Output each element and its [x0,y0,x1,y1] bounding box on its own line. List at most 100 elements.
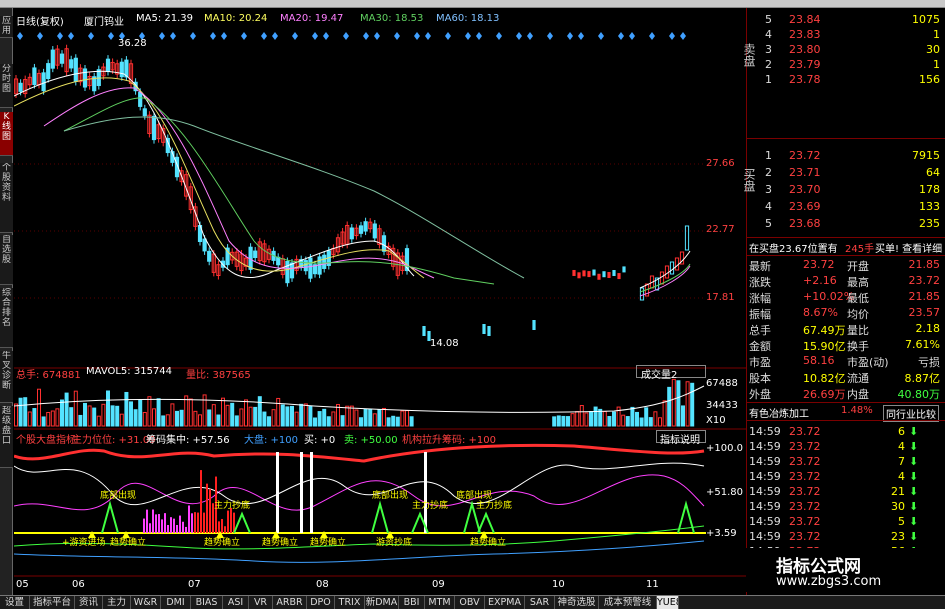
bottom-tab-12[interactable]: 新DMA [365,596,399,609]
bottom-tab-11[interactable]: TRIX [335,596,365,609]
bottom-tab-5[interactable]: DMI [161,596,191,609]
volume-bar [584,412,589,427]
volume-bar [308,405,313,427]
info-marker [394,32,400,40]
signal-bar [310,452,313,533]
view-detail-link[interactable]: 买单! 查看详细 [875,240,942,255]
volume-bar [152,408,156,427]
bottom-tab-4[interactable]: W&R [131,596,161,609]
month-11: 11 [646,579,659,590]
low-price-label: 14.08 [430,338,459,349]
bottom-tab-14[interactable]: MTM [425,596,455,609]
info-marker [170,32,176,40]
bottom-tab-1[interactable]: 指标平台 [30,596,75,609]
bottom-tab-10[interactable]: DPO [307,596,335,609]
ask-row[interactable]: 3 23.80 30 [747,42,945,58]
bid-row[interactable]: 2 23.71 64 [747,165,945,181]
ask-row[interactable]: 2 23.79 1 [747,57,945,73]
ask-row[interactable]: 1 23.78 156 [747,72,945,88]
volume-bar [142,411,147,427]
bottom-tab-9[interactable]: ARBR [273,596,307,609]
volume-indicator-dropdown[interactable]: 成交量2 [636,365,706,381]
left-tab-stock-profile[interactable]: 个股资料 [0,163,13,233]
bid-row[interactable]: 4 23.69 133 [747,199,945,215]
volume-bar [55,408,60,427]
month-05: 05 [16,579,29,590]
ask-row[interactable]: 4 23.83 1 [747,27,945,43]
candle-body [82,68,88,88]
volume-bar [262,411,267,427]
volume-bar [87,405,92,427]
volume-bar [230,402,235,427]
indicator-help-button[interactable]: 指标说明 [656,430,706,446]
stat-row: 振幅 8.67% 均价 23.57 [749,306,940,321]
bottom-marker-1: +游资进场 [62,538,106,548]
info-marker [425,32,431,40]
bottom-tab-18[interactable]: 神奇选股 [555,596,599,609]
volume-bar [326,416,331,427]
bid-row[interactable]: 5 23.68 235 [747,216,945,232]
volume-bar [239,408,244,427]
left-tab-watchlist[interactable]: 自选股 [0,235,13,285]
bottom-tab-3[interactable]: 主力 [103,596,131,609]
volume-bar [216,414,221,427]
info-marker [312,32,318,40]
bottom-tab-7[interactable]: ASI [223,596,249,609]
volume-bar [579,405,584,427]
indicator-name[interactable]: 个股大盘指标 [16,431,76,446]
tick-row: 14:59 23.72 7 ⬇ [749,455,919,468]
ma20-legend: MA20: 19.47 [280,13,344,24]
indicator-val-4: 买: +0 [304,435,336,446]
left-tab-diagnosis[interactable]: 牛叉诊断 [0,351,13,403]
bottom-tab-8[interactable]: VR [249,596,273,609]
info-marker [159,32,165,40]
left-tab-apps[interactable]: 应用 [0,16,13,38]
menu-bar[interactable] [0,0,945,8]
volume-bar [667,386,672,427]
left-tab-intraday[interactable]: 分时图 [0,64,13,108]
bottom-tab-16[interactable]: EXPMA [485,596,525,609]
stat-row: 最新 23.72 开盘 21.85 [749,258,940,273]
volume-total: 总手: 674881 [16,370,81,381]
volume-bar [207,409,212,427]
left-tab-super-quote[interactable]: 超级盘口 [0,406,13,468]
info-marker [680,32,686,40]
bid-row[interactable]: 3 23.70 178 [747,182,945,198]
month-09: 09 [432,579,445,590]
volume-bar [635,411,639,427]
bottom-tab-17[interactable]: SAR [525,596,555,609]
candle-body [422,326,426,336]
bottom-tab-20[interactable]: YUE8 [657,596,679,609]
stat-row: 涨跌 +2.16 最高 23.72 [749,274,940,289]
candle-body [482,324,486,334]
candle-body [119,61,124,78]
volume-bar [271,409,276,427]
bottom-tab-15[interactable]: OBV [455,596,485,609]
volume-bar [690,382,695,427]
info-marker [476,32,482,40]
volume-bar [248,406,253,427]
ma30-legend: MA30: 18.53 [360,13,424,24]
bottom-tab-2[interactable]: 资讯 [75,596,103,609]
bottom-tab-6[interactable]: BIAS [191,596,223,609]
volume-bar [37,388,41,427]
volume-bar [340,415,345,427]
bottom-tab-13[interactable]: BBI [399,596,425,609]
left-tab-strip: 应用 分时图 K线图 个股资料 自选股 综合排名 牛叉诊断 超级盘口 [0,8,13,595]
volume-bar [612,411,616,427]
volume-mavol5: MAVOL5: 315744 [86,366,173,377]
bottom-tab-0[interactable]: 设置 [0,596,30,609]
ask-row[interactable]: 5 23.84 1075 [747,12,945,28]
info-marker [578,32,584,40]
volume-bar [354,409,359,427]
left-tab-ranking[interactable]: 综合排名 [0,288,13,348]
signal-bar [276,452,279,533]
bottom-tab-19[interactable]: 成本预警线 [599,596,657,609]
kline-chart[interactable] [14,26,746,595]
candle-body [253,250,258,259]
left-tab-kline[interactable]: K线图 [0,112,13,156]
volume-bar [653,411,658,427]
info-marker [618,32,624,40]
bid-row[interactable]: 1 23.72 7915 [747,148,945,164]
indicator-red-line [14,443,705,463]
